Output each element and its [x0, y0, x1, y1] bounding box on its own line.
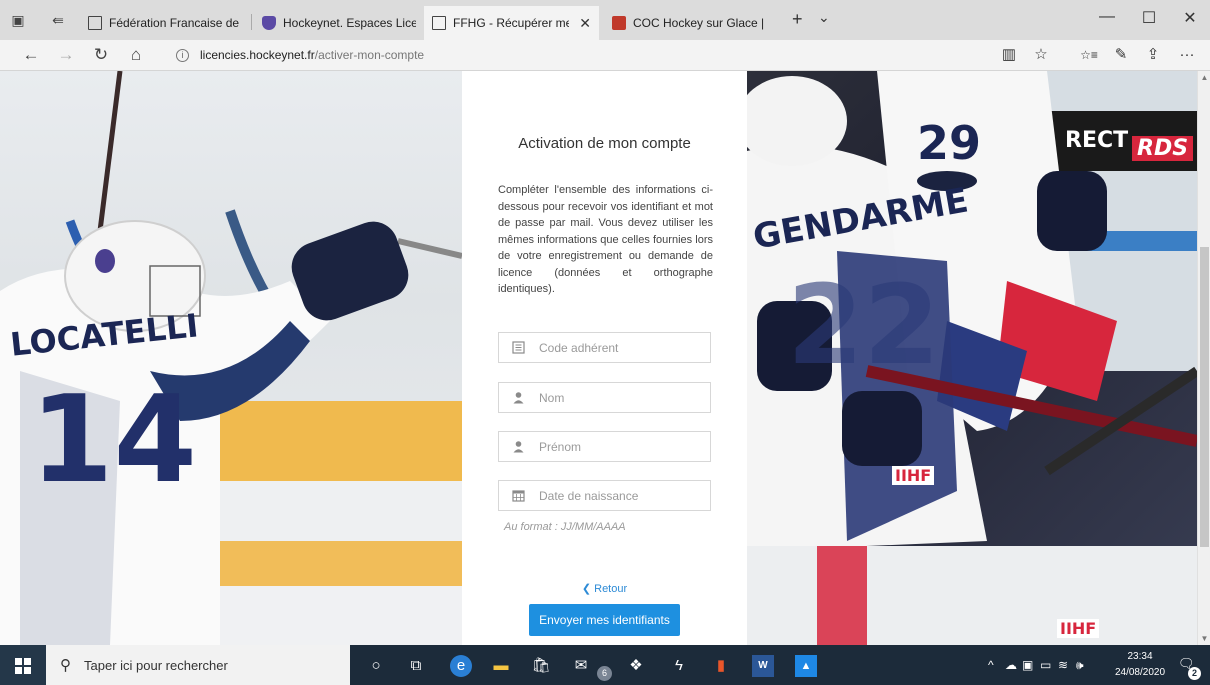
share-icon[interactable]: ⇪: [1142, 46, 1164, 64]
sponsor-board-text: RECT: [1065, 128, 1129, 153]
user-icon: [512, 440, 525, 453]
tray-expand-icon[interactable]: ^: [988, 658, 994, 672]
page-icon: [432, 16, 446, 30]
site-info-icon[interactable]: i: [176, 49, 189, 62]
address-bar: ← → ↻ ⌂ i licencies.hockeynet.fr/activer…: [0, 40, 1210, 71]
jersey-number-top-right: 29: [917, 116, 982, 170]
favorites-list-icon[interactable]: ☆≡: [1078, 46, 1100, 64]
edge-browser-icon[interactable]: e: [450, 655, 472, 677]
member-code-input[interactable]: [539, 333, 704, 362]
new-tab-button[interactable]: +: [792, 10, 803, 28]
cortana-icon[interactable]: ○: [365, 655, 387, 677]
scroll-thumb[interactable]: [1200, 247, 1209, 547]
set-aside-tabs-icon[interactable]: ⇚: [50, 12, 66, 28]
scroll-up-arrow-icon[interactable]: ▲: [1198, 73, 1210, 82]
jersey-number-right: 22: [787, 261, 941, 389]
id-card-icon: [512, 341, 525, 354]
tab-hockeynet[interactable]: Hockeynet. Espaces Licencié: [254, 6, 424, 40]
taskbar-search-placeholder: Taper ici pour rechercher: [84, 658, 228, 673]
volume-icon[interactable]: 🕪: [1076, 658, 1084, 673]
tab-coc-hockey[interactable]: COC Hockey sur Glace | Les: [604, 6, 776, 40]
taskbar-search-box[interactable]: ⚲ Taper ici pour rechercher: [46, 645, 350, 685]
coc-icon: [612, 16, 626, 30]
back-button[interactable]: ←: [20, 45, 42, 65]
page-icon: [88, 16, 102, 30]
store-icon[interactable]: 🛍: [530, 655, 552, 677]
send-credentials-button[interactable]: Envoyer mes identifiants: [529, 604, 680, 636]
last-name-field[interactable]: [498, 382, 711, 413]
sponsor-rds-text: RDS: [1132, 136, 1194, 161]
file-explorer-icon[interactable]: ▬: [490, 655, 512, 677]
windows-taskbar: ⚲ Taper ici pour rechercher ○ ⧉ e ▬ 🛍 ✉ …: [0, 645, 1210, 685]
url-path: /activer-mon-compte: [314, 48, 425, 62]
page-title: Activation de mon compte: [518, 135, 691, 152]
page-scrollbar[interactable]: ▲ ▼: [1197, 71, 1210, 645]
more-menu-icon[interactable]: ···: [1176, 46, 1198, 64]
onedrive-icon[interactable]: ☁: [1005, 658, 1017, 672]
back-link[interactable]: ❮ Retour: [462, 582, 747, 595]
windows-logo-icon: [15, 658, 31, 674]
start-button[interactable]: [0, 645, 46, 685]
home-button[interactable]: ⌂: [125, 45, 147, 65]
hero-photo-right: GENDARME 29 22 RECT RDS IIHF IIHF: [747, 71, 1197, 645]
page-viewport: LOCATELLI 14 GENDARME 29 22 RECT RDS IIH…: [0, 71, 1197, 645]
refresh-button[interactable]: ↻: [90, 45, 112, 65]
photos-icon[interactable]: ▲: [795, 655, 817, 677]
favorite-star-icon[interactable]: ☆: [1030, 46, 1052, 64]
office-icon[interactable]: ▮: [710, 655, 732, 677]
wifi-icon[interactable]: ≋: [1058, 658, 1068, 672]
jersey-number-left: 14: [30, 371, 197, 510]
forward-button[interactable]: →: [55, 45, 77, 65]
hero-photo-left: LOCATELLI 14: [0, 71, 462, 645]
notification-count-badge: 2: [1188, 667, 1201, 680]
mail-badge: 6: [597, 666, 612, 681]
player-illustration-left: [0, 71, 462, 645]
iihf-logo: IIHF: [892, 466, 935, 485]
dropbox-icon[interactable]: ❖: [625, 655, 647, 677]
tab-divider: [251, 14, 252, 30]
browser-tab-strip: ▣ ⇚ Fédération Francaise de Hoc Hockeyne…: [0, 0, 1210, 40]
clock-date: 24/08/2020: [1114, 667, 1166, 678]
close-window-button[interactable]: ✕: [1175, 8, 1205, 28]
close-tab-icon[interactable]: ✕: [579, 15, 591, 32]
mail-icon[interactable]: ✉: [570, 655, 592, 677]
search-icon: ⚲: [60, 657, 71, 674]
minimize-button[interactable]: —: [1092, 8, 1122, 26]
first-name-field[interactable]: [498, 431, 711, 462]
clock-time: 23:34: [1127, 651, 1153, 662]
url-field[interactable]: licencies.hockeynet.fr/activer-mon-compt…: [200, 48, 424, 62]
tab-ffhg-active[interactable]: FFHG - Récupérer mes i ✕: [424, 6, 599, 40]
taskbar-clock[interactable]: 23:34 24/08/2020: [1110, 649, 1170, 681]
task-view-icon[interactable]: ⧉: [405, 655, 427, 677]
date-format-hint: Au format : JJ/MM/AAAA: [504, 521, 626, 533]
member-code-field[interactable]: [498, 332, 711, 363]
url-host: licencies.hockeynet.fr: [200, 48, 315, 62]
shield-icon: [262, 16, 276, 30]
tab-list-button[interactable]: ⌄: [818, 8, 830, 26]
birth-date-field[interactable]: [498, 480, 711, 511]
maximize-button[interactable]: ☐: [1134, 8, 1164, 28]
iihf-logo-lower: IIHF: [1057, 619, 1100, 638]
lightning-app-icon[interactable]: ϟ: [668, 655, 690, 677]
reading-view-icon[interactable]: ▥: [998, 46, 1020, 64]
birth-date-input[interactable]: [539, 481, 704, 510]
chevron-left-icon: ❮: [581, 583, 592, 595]
scroll-down-arrow-icon[interactable]: ▼: [1198, 634, 1210, 643]
battery-icon[interactable]: ▭: [1040, 658, 1051, 672]
form-description: Compléter l'ensemble des informations ci…: [498, 184, 713, 295]
last-name-input[interactable]: [539, 383, 704, 412]
notes-pen-icon[interactable]: ✎: [1110, 46, 1132, 64]
word-icon[interactable]: W: [752, 655, 774, 677]
calendar-icon: [512, 489, 525, 502]
activation-form-panel: Activation de mon compte Compléter l'ens…: [462, 71, 747, 645]
first-name-input[interactable]: [539, 432, 704, 461]
user-icon: [512, 391, 525, 404]
tab-actions-icon[interactable]: ▣: [10, 12, 26, 28]
action-app-icon[interactable]: ▣: [1022, 658, 1033, 672]
back-link-label: Retour: [594, 583, 628, 595]
tab-federation[interactable]: Fédération Francaise de Hoc: [80, 6, 250, 40]
